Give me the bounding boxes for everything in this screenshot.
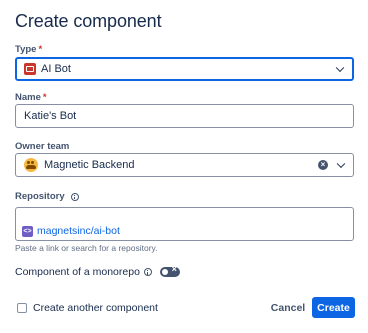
create-button[interactable]: Create [312, 297, 355, 318]
create-another-checkbox[interactable] [17, 303, 27, 313]
repository-input[interactable]: <> magnetsinc/ai-bot [15, 207, 354, 241]
type-label-text: Type [15, 44, 37, 55]
code-icon: <> [22, 225, 33, 237]
team-avatar-icon [24, 158, 38, 172]
cancel-button[interactable]: Cancel [268, 298, 308, 318]
chevron-down-icon[interactable] [336, 159, 346, 169]
owner-team-value: Magnetic Backend [44, 159, 135, 171]
monorepo-label: Component of a monorepo [15, 266, 140, 278]
monorepo-row: Component of a monorepo [15, 264, 180, 278]
type-select-value: AI Bot [41, 63, 71, 75]
ai-bot-icon [24, 63, 36, 75]
type-label: Type * [15, 44, 42, 55]
repository-label: Repository [15, 191, 79, 202]
info-icon[interactable] [70, 192, 79, 201]
required-marker: * [42, 92, 47, 103]
name-input[interactable]: Katie's Bot [15, 104, 354, 128]
dialog-title: Create component [15, 11, 162, 31]
owner-team-label: Owner team [15, 141, 69, 152]
repository-chip-label: magnetsinc/ai-bot [37, 225, 120, 237]
name-label-text: Name [15, 92, 41, 103]
clear-icon[interactable]: × [318, 160, 328, 170]
repository-chip[interactable]: <> magnetsinc/ai-bot [22, 225, 120, 237]
create-another-row[interactable]: Create another component [17, 302, 158, 314]
chevron-down-icon[interactable] [335, 63, 345, 73]
owner-team-select[interactable]: Magnetic Backend × [15, 153, 354, 177]
owner-team-label-text: Owner team [15, 141, 70, 152]
monorepo-toggle[interactable] [159, 264, 180, 277]
info-icon[interactable] [143, 268, 152, 276]
type-select[interactable]: AI Bot [15, 57, 354, 81]
name-label: Name * [15, 92, 47, 103]
repository-helper-text: Paste a link or search for a repository. [15, 243, 158, 253]
name-input-value: Katie's Bot [24, 110, 77, 122]
create-another-label: Create another component [33, 302, 158, 314]
required-marker: * [38, 44, 43, 55]
repository-label-text: Repository [15, 191, 65, 202]
